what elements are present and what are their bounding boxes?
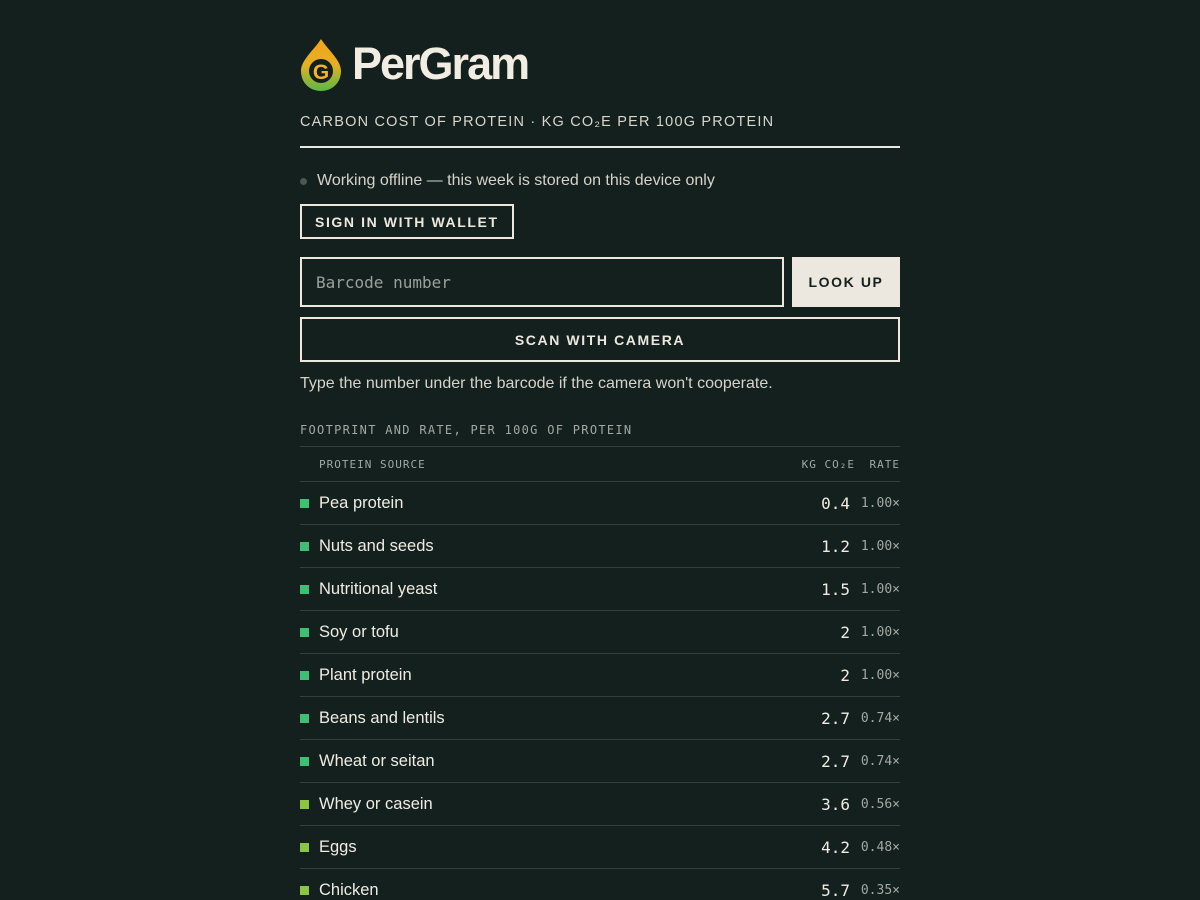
offline-status-text: Working offline — this week is stored on… <box>317 172 715 189</box>
color-swatch <box>300 627 309 637</box>
kg-co2e-value: 4.2 <box>821 837 850 857</box>
rate-value: 1.00× <box>860 624 900 640</box>
color-swatch <box>300 799 309 809</box>
rate-value: 0.35× <box>860 882 900 898</box>
table-row[interactable]: Nutritional yeast 1.5 1.00× <box>300 568 900 611</box>
kg-co2e-value: 2 <box>840 665 850 685</box>
header-kg-co2e: kg CO₂e <box>801 457 855 471</box>
protein-source-name: Whey or casein <box>319 794 433 813</box>
header-rate: Rate <box>869 457 900 471</box>
offline-status: Working offline — this week is stored on… <box>300 172 900 190</box>
kg-co2e-value: 1.5 <box>821 579 850 599</box>
protein-source-name: Soy or tofu <box>319 622 399 641</box>
page-subtitle: Carbon cost of protein · kg CO₂e per 100… <box>300 114 775 130</box>
table-row[interactable]: Whey or casein 3.6 0.56× <box>300 783 900 826</box>
table-row[interactable]: Soy or tofu 2 1.00× <box>300 611 900 654</box>
protein-source-name: Chicken <box>319 880 379 899</box>
protein-source-name: Nuts and seeds <box>319 536 434 555</box>
scan-camera-button[interactable]: Scan with camera <box>300 317 900 362</box>
app-root: G PerGram Carbon cost of protein · kg CO… <box>300 0 900 900</box>
table-row[interactable]: Chicken 5.7 0.35× <box>300 869 900 900</box>
svg-text:G: G <box>313 61 329 84</box>
table-row[interactable]: Plant protein 2 1.00× <box>300 654 900 697</box>
header-protein-source: Protein source <box>319 457 426 471</box>
rate-value: 1.00× <box>860 667 900 683</box>
protein-source-name: Beans and lentils <box>319 708 445 727</box>
color-swatch <box>300 584 309 594</box>
kg-co2e-value: 3.6 <box>821 794 850 814</box>
kg-co2e-value: 2.7 <box>821 751 850 771</box>
color-swatch <box>300 498 309 508</box>
color-swatch <box>300 756 309 766</box>
kg-co2e-value: 1.2 <box>821 536 850 556</box>
protein-table-body: Pea protein 0.4 1.00× Nuts and seeds 1.2 1.00… <box>300 482 900 900</box>
kg-co2e-value: 5.7 <box>821 880 850 900</box>
rate-value: 1.00× <box>860 538 900 554</box>
table-row[interactable]: Pea protein 0.4 1.00× <box>300 482 900 525</box>
rate-value: 1.00× <box>860 581 900 597</box>
barcode-lookup-row: Look up <box>300 257 900 307</box>
table-row[interactable]: Wheat or seitan 2.7 0.74× <box>300 740 900 783</box>
color-swatch <box>300 670 309 680</box>
rate-value: 0.74× <box>860 710 900 726</box>
table-header: Protein source kg CO₂e Rate <box>300 447 900 482</box>
color-swatch <box>300 842 309 852</box>
brand-name: PerGram <box>352 37 530 89</box>
protein-source-name: Wheat or seitan <box>319 751 435 770</box>
table-row[interactable]: Nuts and seeds 1.2 1.00× <box>300 525 900 568</box>
status-dot-icon <box>300 177 307 185</box>
rate-value: 0.74× <box>860 753 900 769</box>
color-swatch <box>300 885 309 895</box>
protein-source-name: Pea protein <box>319 493 404 512</box>
kg-co2e-value: 2.7 <box>821 708 850 728</box>
rate-value: 0.56× <box>860 796 900 812</box>
color-swatch <box>300 541 309 551</box>
kg-co2e-value: 2 <box>840 622 850 642</box>
protein-source-name: Plant protein <box>319 665 412 684</box>
table-row[interactable]: Beans and lentils 2.7 0.74× <box>300 697 900 740</box>
barcode-hint: Type the number under the barcode if the… <box>300 375 773 392</box>
color-swatch <box>300 713 309 723</box>
sign-in-wallet-button[interactable]: Sign in with wallet <box>300 204 514 239</box>
protein-source-name: Nutritional yeast <box>319 579 438 598</box>
brand-header: G PerGram <box>300 38 900 92</box>
table-caption: Footprint and rate, per 100g of protein <box>300 423 900 447</box>
table-row[interactable]: Eggs 4.2 0.48× <box>300 826 900 869</box>
protein-source-name: Eggs <box>319 837 357 856</box>
rate-value: 1.00× <box>860 495 900 511</box>
header-divider <box>300 146 900 148</box>
kg-co2e-value: 0.4 <box>821 493 850 513</box>
drop-logo-icon: G <box>301 39 341 91</box>
rate-value: 0.48× <box>860 839 900 855</box>
look-up-button[interactable]: Look up <box>792 257 900 307</box>
barcode-input[interactable] <box>300 257 784 307</box>
